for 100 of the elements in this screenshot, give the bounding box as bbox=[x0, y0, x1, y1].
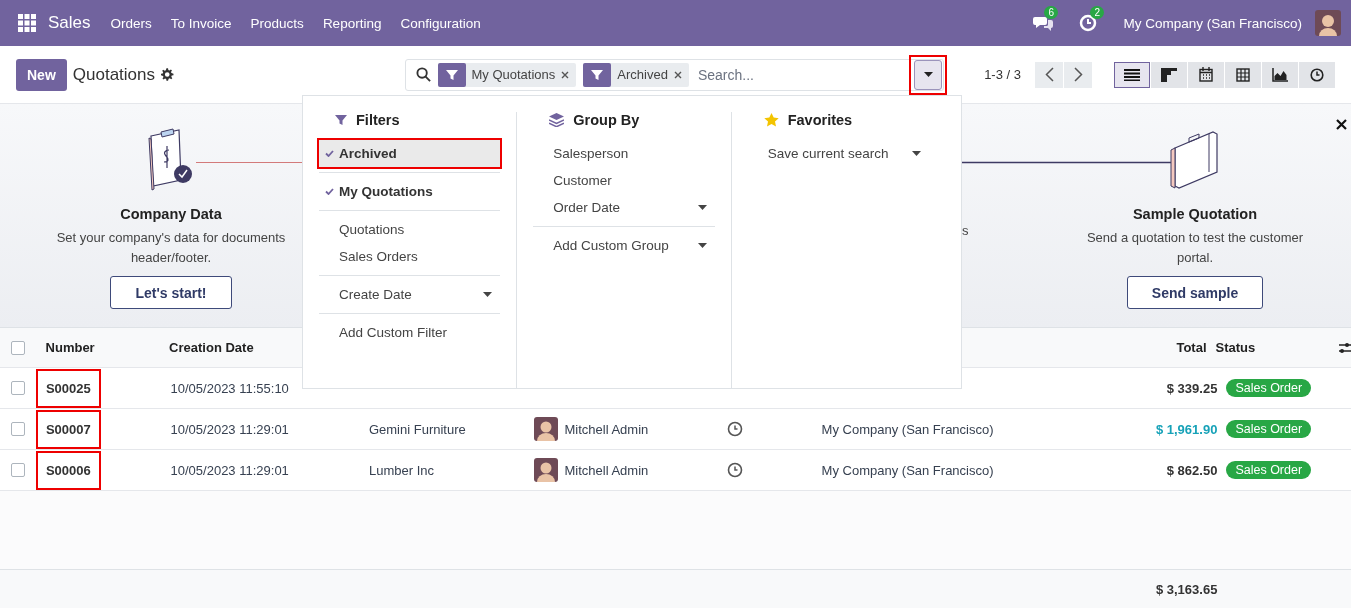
clock-icon bbox=[1310, 67, 1324, 82]
funnel-icon bbox=[445, 68, 458, 81]
area-chart-icon bbox=[1272, 67, 1288, 82]
clipboard-drawing bbox=[147, 128, 195, 192]
menu-item[interactable]: Products bbox=[250, 15, 304, 31]
table-cell: 10/05/2023 11:29:01 bbox=[170, 421, 289, 437]
user-avatar[interactable] bbox=[1315, 10, 1341, 36]
step-title: Sample Quotation bbox=[1132, 206, 1258, 222]
view-switch-button[interactable] bbox=[1188, 61, 1224, 88]
view-switch-button[interactable] bbox=[1262, 61, 1298, 88]
total-amount: $ 1,961.90 bbox=[1155, 421, 1218, 437]
dropdown-option[interactable]: My Quotations bbox=[319, 178, 501, 205]
previous-button[interactable] bbox=[1035, 61, 1063, 88]
step-title: Company Data bbox=[120, 206, 222, 222]
row-checkbox[interactable] bbox=[10, 381, 25, 395]
caret-icon bbox=[697, 243, 707, 248]
search-icon bbox=[415, 67, 431, 82]
chevron-right-icon bbox=[1073, 67, 1083, 82]
view-switch-button[interactable] bbox=[1299, 61, 1335, 88]
view-switch-button[interactable] bbox=[1225, 61, 1261, 88]
apps-grid-icon[interactable] bbox=[18, 14, 36, 32]
briefcase-drawing bbox=[1169, 128, 1221, 192]
column-header[interactable]: Total bbox=[1176, 340, 1207, 355]
table-cell: 10/05/2023 11:29:01 bbox=[170, 462, 289, 478]
row-checkbox[interactable] bbox=[10, 422, 25, 436]
facet-label: Archived bbox=[617, 67, 668, 82]
clock-icon[interactable] bbox=[726, 462, 743, 478]
page-title: Quotations bbox=[72, 64, 156, 85]
user-avatar bbox=[534, 458, 559, 482]
dropdown-option[interactable]: Add Custom Group bbox=[533, 232, 715, 259]
table-cell: Gemini Furniture bbox=[368, 421, 466, 437]
dropdown-option[interactable]: Sales Orders bbox=[319, 243, 501, 270]
checkmark-icon bbox=[325, 150, 334, 157]
step-description: s bbox=[962, 223, 969, 238]
chat-icon[interactable] bbox=[1033, 14, 1054, 32]
sliders-icon[interactable] bbox=[1339, 340, 1351, 355]
step-description: Send a quotation to test the customer portal. bbox=[1085, 229, 1305, 267]
step-button[interactable]: Let's start! bbox=[110, 276, 232, 309]
company-switcher[interactable]: My Company (San Francisco) bbox=[1123, 15, 1302, 31]
table-cell: Lumber Inc bbox=[368, 462, 434, 478]
status-badge: Sales Order bbox=[1226, 461, 1312, 479]
caret-icon bbox=[912, 151, 921, 156]
order-number: S00007 bbox=[37, 411, 99, 447]
row-checkbox[interactable] bbox=[10, 463, 25, 477]
caret-icon bbox=[483, 292, 493, 297]
message-count-badge: 6 bbox=[1044, 6, 1058, 19]
dropdown-option[interactable]: Order Date bbox=[533, 194, 715, 221]
list-icon bbox=[1124, 68, 1140, 81]
funnel-icon bbox=[335, 114, 347, 126]
section-title: Filters bbox=[356, 112, 400, 128]
select-all-checkbox[interactable] bbox=[10, 340, 25, 355]
dropdown-option[interactable]: Quotations bbox=[319, 216, 501, 243]
menu-item[interactable]: Reporting bbox=[322, 15, 382, 31]
chevron-left-icon bbox=[1044, 67, 1054, 82]
remove-icon[interactable] bbox=[673, 70, 682, 79]
activity-count-badge: 2 bbox=[1090, 6, 1104, 19]
section-title: Group By bbox=[573, 112, 640, 128]
checkmark-icon bbox=[325, 188, 334, 195]
table-cell: My Company (San Francisco) bbox=[821, 462, 994, 478]
caret-icon bbox=[923, 72, 933, 77]
next-button[interactable] bbox=[1064, 61, 1092, 88]
clock-icon[interactable] bbox=[726, 421, 743, 437]
column-header[interactable]: Number bbox=[45, 340, 95, 355]
table-cell: Mitchell Admin bbox=[564, 421, 649, 437]
step-description: Set your company's data for documents header/footer. bbox=[55, 229, 287, 267]
menu-item[interactable]: To Invoice bbox=[170, 15, 232, 31]
column-header[interactable]: Creation Date bbox=[169, 340, 254, 355]
table-cell: 10/05/2023 11:55:10 bbox=[170, 380, 289, 396]
dropdown-option[interactable]: Salesperson bbox=[533, 140, 715, 167]
step-button[interactable]: Send sample bbox=[1126, 276, 1264, 309]
app-name[interactable]: Sales bbox=[48, 13, 91, 33]
dropdown-option[interactable]: Create Date bbox=[319, 281, 501, 308]
caret-icon bbox=[697, 205, 707, 210]
table-cell: My Company (San Francisco) bbox=[821, 421, 994, 437]
view-switch-button[interactable] bbox=[1151, 61, 1187, 88]
close-icon[interactable] bbox=[1336, 119, 1347, 130]
view-switch-button[interactable] bbox=[1114, 61, 1150, 88]
total-amount: $ 339.25 bbox=[1166, 380, 1218, 396]
menu-item[interactable]: Configuration bbox=[400, 15, 481, 31]
status-badge: Sales Order bbox=[1226, 379, 1312, 397]
dropdown-option[interactable]: Archived bbox=[319, 140, 501, 167]
facet-label: My Quotations bbox=[471, 67, 556, 82]
gear-icon[interactable] bbox=[161, 68, 174, 81]
order-number: S00025 bbox=[37, 370, 99, 406]
new-button[interactable]: New bbox=[16, 58, 67, 91]
grand-total: $ 3,163.65 bbox=[1155, 581, 1218, 597]
user-avatar bbox=[534, 417, 559, 441]
remove-icon[interactable] bbox=[561, 70, 570, 79]
dropdown-option[interactable]: Save current search bbox=[747, 140, 929, 167]
dropdown-option[interactable]: Customer bbox=[533, 167, 715, 194]
menu-item[interactable]: Orders bbox=[110, 15, 152, 31]
table-cell: Mitchell Admin bbox=[564, 462, 649, 478]
column-header[interactable]: Status bbox=[1215, 340, 1256, 355]
table-icon bbox=[1236, 67, 1250, 82]
total-amount: $ 862.50 bbox=[1166, 462, 1218, 478]
layers-icon bbox=[549, 113, 565, 127]
pager-value: 1-3 / 3 bbox=[984, 67, 1021, 82]
funnel-icon bbox=[591, 68, 604, 81]
dropdown-option[interactable]: Add Custom Filter bbox=[319, 319, 501, 346]
star-icon bbox=[763, 113, 779, 127]
